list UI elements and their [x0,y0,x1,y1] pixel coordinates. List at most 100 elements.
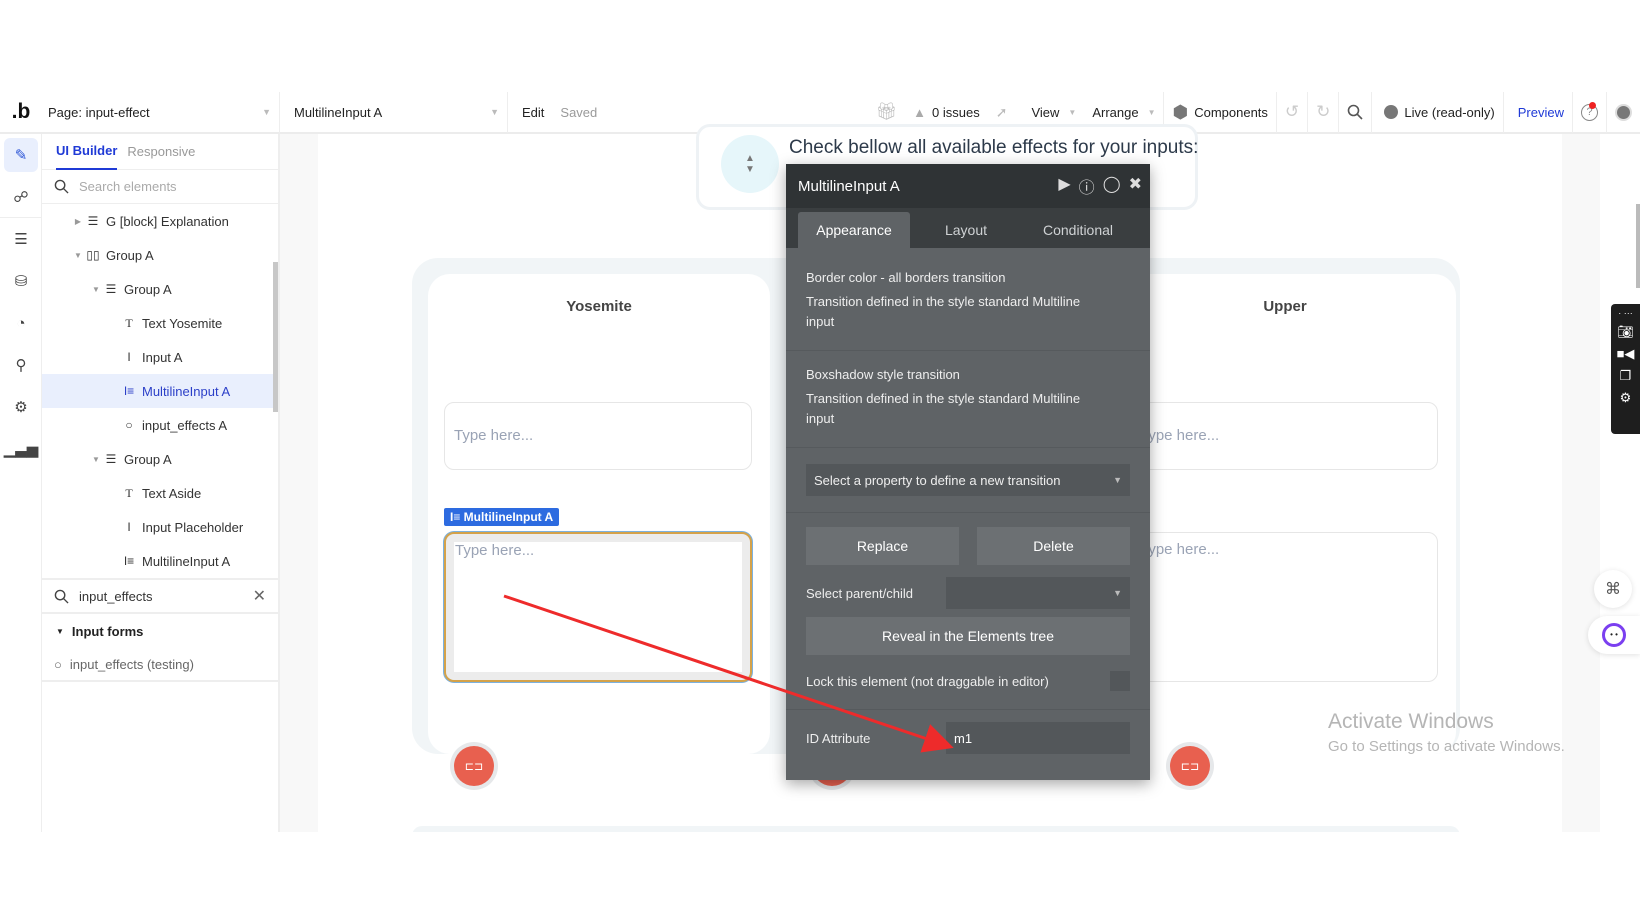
input-icon: I [127,520,131,534]
expand-arrow-icon[interactable]: ▶ [72,217,84,226]
more-icon[interactable]: · ··· [1618,308,1633,318]
reusable-icon: ○ [54,656,62,672]
preview-button[interactable]: Preview [1504,92,1573,133]
recorder-toolbar: · ··· 📷︎ ■◀ ❐ ⚙ [1611,304,1640,434]
tree-item[interactable]: ▶ ☰ G [block] Explanation [42,204,278,238]
assistant-button[interactable]: • • [1588,616,1640,654]
tab-appearance[interactable]: Appearance [798,212,910,248]
play-icon[interactable]: ▶ [1058,174,1070,198]
property-editor[interactable]: MultilineInput A ▶ ⓘ ◯ ✖ Appearance Layo… [786,164,1150,780]
collapse-arrow-icon[interactable]: ▼ [90,285,102,294]
input-upper[interactable]: Type here... [1130,402,1438,470]
group-icon: ☰ [87,214,99,228]
tab-responsive[interactable]: Responsive [127,134,195,170]
tree-scrollbar[interactable] [273,262,278,412]
multiline-input-a[interactable]: Type here... [444,532,752,682]
parent-child-dropdown[interactable]: ▼ [946,577,1130,609]
id-attribute-input[interactable]: m1 [946,722,1130,754]
input-a[interactable]: Type here... [444,402,752,470]
delete-button[interactable]: Delete [977,527,1130,565]
collapse-arrow-icon: ▼ [56,626,64,636]
multiline-input-upper[interactable]: Type here... [1130,532,1438,682]
reusable-marker-icon: ⊏⊐ [1170,746,1210,786]
page-select[interactable]: Page: input-effect ▼ [42,92,280,133]
view-label: View [1031,104,1060,120]
rail-workflow[interactable]: ☍ [0,176,42,218]
tree-item[interactable]: I≡ MultilineInput A [42,544,278,578]
live-version-button[interactable]: Live (read-only) [1372,92,1504,133]
new-transition-dropdown[interactable]: Select a property to define a new transi… [806,464,1130,496]
edit-label: Edit [522,104,545,120]
rail-plugins[interactable]: ⚲ [0,344,42,386]
tab-conditional[interactable]: Conditional [1022,212,1134,248]
elements-tree: ▶ ☰ G [block] Explanation ▼ ▯▯ Group A ▼… [42,204,278,578]
tree-item[interactable]: ▼ ▯▯ Group A [42,238,278,272]
element-search[interactable]: Search elements [42,170,278,204]
reusable-group[interactable]: ▼ Input forms [42,614,278,648]
rail-logs[interactable]: ▁▃▅ [0,428,42,470]
tab-layout[interactable]: Layout [910,212,1022,248]
chevron-down-icon: ▼ [262,107,271,117]
transition-item[interactable]: Border color - all borders transition Tr… [786,248,1150,351]
collapse-arrow-icon[interactable]: ▼ [72,251,84,260]
tree-item[interactable]: ○ input_effects A [42,408,278,442]
replace-button[interactable]: Replace [806,527,959,565]
gear-icon[interactable]: ⚙ [1620,390,1632,406]
issues-label: 0 issues [932,104,980,120]
tab-ui-builder[interactable]: UI Builder [56,134,118,170]
notification-dot [1589,102,1596,109]
tree-item[interactable]: I Input A [42,340,278,374]
live-label: Live (read-only) [1404,104,1495,120]
effect-card-upper[interactable]: Upper Type here... Type here... [1114,274,1456,754]
property-editor-header[interactable]: MultilineInput A ▶ ⓘ ◯ ✖ [786,164,1150,208]
element-select[interactable]: MultilineInput A ▼ [280,92,508,133]
collapse-arrow-icon[interactable]: ▼ [90,455,102,464]
account-button[interactable] [1607,92,1640,133]
tree-item-selected[interactable]: I≡ MultilineInput A [42,374,278,408]
canvas-scrollbar[interactable] [1636,204,1640,288]
reusable-marker-icon: ⊏⊐ [454,746,494,786]
clear-search-icon[interactable]: ✕ [253,586,266,606]
gift-icon: 🎁︎ [875,102,898,121]
reusable-search[interactable]: input_effects ✕ [42,578,278,614]
reusable-marker[interactable]: ⊏⊐ [450,742,498,790]
info-icon[interactable]: ⓘ [1079,174,1095,198]
property-editor-title: MultilineInput A [798,177,900,195]
lock-label: Lock this element (not draggable in edit… [806,673,1049,689]
comment-icon[interactable]: ◯ [1103,174,1121,198]
apps-button[interactable]: ⌘ [1594,570,1632,608]
close-icon[interactable]: ✖ [1129,174,1142,198]
tree-item[interactable]: ▼ ☰ Group A [42,272,278,306]
user-avatar-icon [1615,103,1632,121]
reveal-in-tree-button[interactable]: Reveal in the Elements tree [806,617,1130,655]
tree-item[interactable]: ▼ ☰ Group A [42,442,278,476]
reusable-item-label: input_effects (testing) [69,656,194,672]
windows-icon[interactable]: ❐ [1620,368,1632,384]
lock-checkbox[interactable] [1110,671,1130,691]
tree-item[interactable]: I Input Placeholder [42,510,278,544]
rail-data[interactable]: ☰ [0,218,42,260]
rail-styles[interactable]: ◔ [0,302,42,344]
rail-database[interactable]: ⛁ [0,260,42,302]
redo-button[interactable]: ↻ [1307,92,1338,133]
arrange-label: Arrange [1092,104,1139,120]
edit-menu[interactable]: Edit [508,92,552,133]
tree-item[interactable]: T Text Yosemite [42,306,278,340]
effect-card-yosemite[interactable]: Yosemite Type here... I≡ MultilineInput … [428,274,770,754]
left-icon-rail: ✎ ☍ ☰ ⛁ ◔ ⚲ ⚙ ▁▃▅ [0,134,42,832]
rail-settings[interactable]: ⚙ [0,386,42,428]
chevron-down-icon: ▼ [1147,107,1156,117]
bubble-logo[interactable]: .b [0,92,42,133]
tree-item[interactable]: T Text Aside [42,476,278,510]
transition-item[interactable]: Boxshadow style transition Transition de… [786,351,1150,448]
undo-button[interactable]: ↺ [1275,92,1307,133]
tree-item-label: input_effects A [142,417,228,433]
camera-icon[interactable]: 📷︎ [1617,324,1634,340]
help-button[interactable]: ? [1573,92,1607,133]
rail-design[interactable]: ✎ [4,138,38,172]
assistant-icon: • • [1602,623,1626,647]
search-button[interactable] [1338,92,1373,133]
reusable-marker[interactable]: ⊏⊐ [1166,742,1214,790]
video-icon[interactable]: ■◀ [1617,346,1635,362]
reusable-item[interactable]: ○ input_effects (testing) [42,648,278,682]
